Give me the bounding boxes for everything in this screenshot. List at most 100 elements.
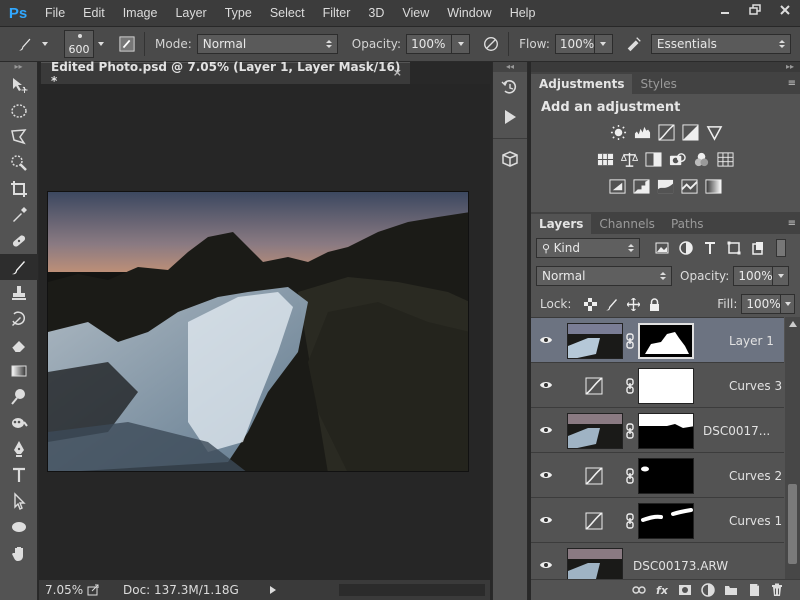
brightness-contrast-button[interactable] [609,123,628,142]
layer-filter-select[interactable]: ⚲ Kind [536,238,640,258]
zoom-level[interactable]: 7.05% [39,583,87,597]
horizontal-scrollbar[interactable] [339,584,485,596]
delete-layer-button[interactable] [770,583,784,597]
filter-pixel-button[interactable] [654,240,670,256]
tab-paths[interactable]: Paths [663,214,712,234]
blur-tool[interactable] [0,410,38,436]
panel-grip[interactable]: ▸▸ [0,62,37,72]
tab-styles[interactable]: Styles [632,74,684,94]
healing-brush-tool[interactable] [0,228,38,254]
tab-adjustments[interactable]: Adjustments [531,74,633,94]
opacity-input[interactable]: 100% [406,34,453,54]
panel-menu-icon[interactable]: ≡ [788,218,796,229]
hand-tool[interactable] [0,540,38,566]
filter-toggle-switch[interactable] [776,239,786,257]
new-layer-button[interactable] [747,583,761,597]
play-icon[interactable] [269,585,277,595]
restore-button[interactable] [740,0,770,20]
fill-dropdown[interactable] [781,294,795,314]
layer-name[interactable]: Curves 1 [729,498,782,543]
menu-window[interactable]: Window [438,0,500,26]
exposure-button[interactable] [681,123,700,142]
pen-tool[interactable] [0,436,38,462]
new-group-button[interactable] [724,583,738,597]
layer-row-layer-1[interactable]: Layer 1 [531,318,784,363]
layer-mask-thumbnail[interactable] [638,458,694,494]
filter-smart-object-button[interactable] [750,240,766,256]
brush-size-picker[interactable]: 600 [64,30,94,58]
lock-pixels-button[interactable] [605,296,618,312]
image-canvas[interactable] [47,191,469,472]
threshold-button[interactable] [656,177,675,196]
brush-panel-toggle[interactable] [116,33,138,55]
menu-layer[interactable]: Layer [166,0,215,26]
layer-row-curves-3[interactable]: Curves 3 [531,363,784,408]
document-tab[interactable]: Edited Photo.psd @ 7.05% (Layer 1, Layer… [41,60,410,88]
marquee-tool[interactable] [0,98,38,124]
menu-3d[interactable]: 3D [359,0,393,26]
move-tool[interactable] [0,72,38,98]
lock-all-button[interactable] [648,296,661,312]
menu-filter[interactable]: Filter [314,0,360,26]
menu-view[interactable]: View [393,0,438,26]
blend-mode-select[interactable]: Normal [536,266,672,286]
path-selection-tool[interactable] [0,488,38,514]
layer-name[interactable]: Curves 2 [729,453,782,498]
panel-menu-icon[interactable]: ≡ [788,78,796,89]
menu-help[interactable]: Help [501,0,545,26]
levels-button[interactable] [633,123,652,142]
brush-size-caret[interactable] [98,42,104,46]
hue-saturation-button[interactable] [596,150,615,169]
link-icon[interactable] [625,513,635,529]
photo-filter-button[interactable] [668,150,687,169]
menu-type[interactable]: Type [216,0,261,26]
actions-panel-button[interactable] [493,102,527,132]
layer-mask-thumbnail[interactable] [638,368,694,404]
close-tab-button[interactable]: × [393,66,402,79]
history-panel-button[interactable] [493,72,527,102]
shape-tool[interactable] [0,514,38,540]
new-adjustment-button[interactable] [701,583,715,597]
scrollbar-thumb[interactable] [788,484,797,564]
tab-channels[interactable]: Channels [591,214,663,234]
type-tool[interactable] [0,462,38,488]
visibility-toggle[interactable] [531,470,561,480]
history-brush-tool[interactable] [0,306,38,332]
tab-layers[interactable]: Layers [531,214,592,234]
channel-mixer-button[interactable] [692,150,711,169]
panel-grip[interactable]: ▸▸ [531,62,800,72]
layer-mask-thumbnail[interactable] [638,503,694,539]
3d-panel-button[interactable] [493,144,527,174]
layer-row-background[interactable]: DSC00173.ARW [531,543,784,579]
menu-select[interactable]: Select [261,0,314,26]
color-balance-button[interactable] [620,150,639,169]
eraser-tool[interactable] [0,332,38,358]
menu-image[interactable]: Image [114,0,167,26]
layer-row-dsc0017[interactable]: DSC0017... [531,408,784,453]
layer-name[interactable]: DSC0017... [703,408,770,453]
visibility-toggle[interactable] [531,335,561,345]
brush-preset-icon[interactable] [14,33,36,55]
opacity-dropdown[interactable] [452,34,471,54]
panel-grip[interactable]: ◂◂ [493,62,527,72]
layer-name[interactable]: DSC00173.ARW [633,543,728,579]
brush-preset-caret[interactable] [42,42,48,46]
filter-shape-button[interactable] [726,240,742,256]
lock-transparent-button[interactable] [583,296,597,312]
airbrush-toggle[interactable] [623,33,645,55]
layer-row-curves-1[interactable]: Curves 1 [531,498,784,543]
link-icon[interactable] [625,378,635,394]
visibility-toggle[interactable] [531,560,561,570]
visibility-toggle[interactable] [531,425,561,435]
invert-button[interactable] [608,177,627,196]
layer-mask-thumbnail[interactable] [638,413,694,449]
crop-tool[interactable] [0,176,38,202]
gradient-tool[interactable] [0,358,38,384]
filter-adjustment-button[interactable] [678,240,694,256]
fill-input[interactable]: 100% [741,294,782,314]
quick-selection-tool[interactable] [0,150,38,176]
pressure-opacity-toggle[interactable] [480,33,502,55]
black-white-button[interactable] [644,150,663,169]
workspace-select[interactable]: Essentials [650,34,791,54]
layer-name[interactable]: Layer 1 [729,318,774,363]
